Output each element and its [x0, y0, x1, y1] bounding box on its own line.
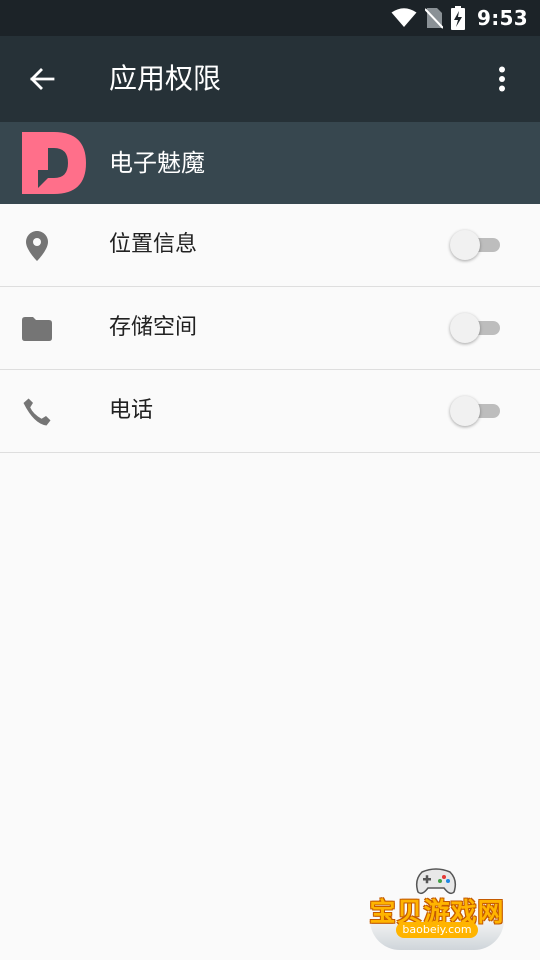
permission-row-location[interactable]: 位置信息	[0, 204, 540, 287]
status-bar: 9:53	[0, 0, 540, 36]
location-toggle[interactable]	[450, 230, 500, 260]
watermark-domain: baobeiy.com	[396, 922, 478, 938]
status-time: 9:53	[477, 6, 528, 30]
storage-toggle[interactable]	[450, 313, 500, 343]
battery-charging-icon	[451, 6, 466, 30]
back-button[interactable]	[18, 55, 66, 103]
app-logo-icon	[22, 132, 86, 194]
location-pin-icon	[22, 231, 52, 261]
app-name: 电子魅魔	[109, 149, 205, 177]
page-title: 应用权限	[109, 62, 222, 95]
permission-row-phone[interactable]: 电话	[0, 370, 540, 453]
permission-row-storage[interactable]: 存储空间	[0, 287, 540, 370]
toggle-thumb	[450, 230, 480, 260]
overflow-menu-button[interactable]	[478, 55, 526, 103]
permission-label: 存储空间	[109, 315, 198, 340]
toggle-thumb	[450, 396, 480, 426]
phone-icon	[22, 397, 52, 427]
wifi-icon	[391, 8, 417, 27]
permission-label: 位置信息	[109, 232, 198, 257]
no-sim-icon	[425, 8, 444, 29]
permission-label: 电话	[109, 398, 154, 423]
phone-toggle[interactable]	[450, 396, 500, 426]
toggle-thumb	[450, 313, 480, 343]
toolbar: 应用权限	[0, 36, 540, 122]
folder-icon	[22, 314, 52, 344]
app-header: 电子魅魔	[0, 122, 540, 204]
arrow-back-icon	[30, 68, 55, 90]
status-icons: 9:53	[391, 0, 528, 36]
watermark-logo: 宝贝游戏网 baobeiy.com	[362, 862, 512, 954]
permission-list: 位置信息 存储空间 电话	[0, 204, 540, 453]
more-vert-icon	[499, 66, 505, 92]
